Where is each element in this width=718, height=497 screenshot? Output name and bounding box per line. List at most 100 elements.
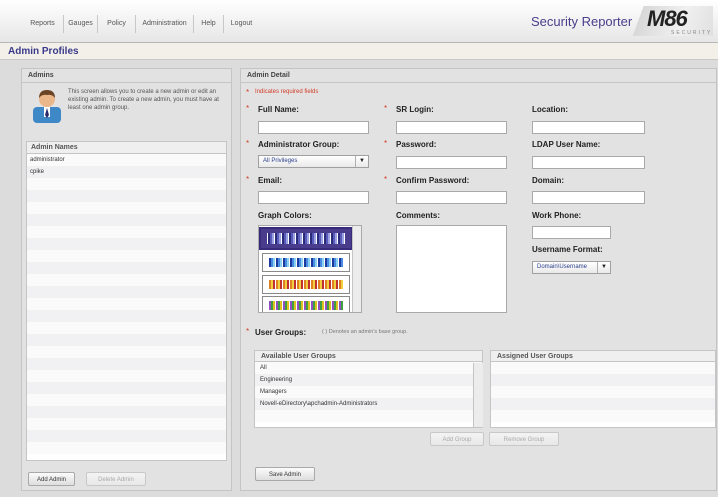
nav-tab-help[interactable]: Help <box>193 15 223 33</box>
graph-colors-picker[interactable] <box>258 225 362 313</box>
chevron-down-icon: ▼ <box>597 262 610 273</box>
table-row[interactable] <box>27 418 226 430</box>
username-format-label: Username Format: <box>532 245 603 254</box>
graph-colors-label: Graph Colors: <box>258 211 312 220</box>
add-group-button[interactable]: Add Group <box>430 432 484 446</box>
required-asterisk: * <box>384 104 388 113</box>
table-row[interactable] <box>27 250 226 262</box>
chevron-down-icon: ▼ <box>355 156 368 167</box>
location-field[interactable] <box>532 121 645 134</box>
work-phone-label: Work Phone: <box>532 211 582 220</box>
list-item[interactable]: All <box>255 362 482 374</box>
table-row[interactable] <box>27 238 226 250</box>
table-row[interactable] <box>27 442 226 454</box>
assigned-user-groups-header: Assigned User Groups <box>490 350 716 362</box>
table-row[interactable] <box>27 334 226 346</box>
table-row[interactable] <box>27 214 226 226</box>
list-item[interactable] <box>255 410 482 422</box>
full-name-field[interactable] <box>258 121 369 134</box>
confirm-password-field[interactable] <box>396 191 507 204</box>
table-row[interactable]: administrator <box>27 154 226 166</box>
assigned-user-groups-list <box>490 362 716 428</box>
graph-color-swatch[interactable] <box>262 253 350 272</box>
graph-color-swatch[interactable] <box>262 296 350 312</box>
list-item[interactable] <box>491 362 715 374</box>
remove-group-button[interactable]: Remove Group <box>489 432 559 446</box>
graph-color-swatch[interactable] <box>259 227 353 250</box>
page-title: Admin Profiles <box>0 43 718 60</box>
required-asterisk: * <box>246 139 250 148</box>
table-row[interactable] <box>27 178 226 190</box>
table-row[interactable] <box>27 298 226 310</box>
nav-tab-logout[interactable]: Logout <box>223 15 259 33</box>
list-item[interactable] <box>491 374 715 386</box>
administrator-group-select[interactable]: All Privileges ▼ <box>258 155 369 168</box>
graph-colors-scrollbar[interactable] <box>352 226 361 312</box>
nav-tab-administration[interactable]: Administration <box>135 15 193 33</box>
location-label: Location: <box>532 105 568 114</box>
admins-intro-text: This screen allows you to create a new a… <box>68 89 219 111</box>
nav-tab-gauges[interactable]: Gauges <box>63 15 97 33</box>
delete-admin-button[interactable]: Delete Admin <box>86 472 146 486</box>
list-item[interactable] <box>491 386 715 398</box>
available-user-groups-list: All Engineering Managers Novell-eDirectory\… <box>254 362 483 428</box>
table-row[interactable] <box>27 406 226 418</box>
password-field[interactable] <box>396 156 507 169</box>
comments-label: Comments: <box>396 211 441 220</box>
nav-tab-reports[interactable]: Reports <box>22 15 63 33</box>
table-row[interactable] <box>27 274 226 286</box>
top-navigation-bar: Reports Gauges Policy Administration Help Log… <box>0 0 718 43</box>
required-asterisk: * <box>246 327 250 336</box>
admin-detail-heading: Admin Detail <box>241 69 716 83</box>
list-item[interactable] <box>491 410 715 422</box>
table-row[interactable] <box>27 226 226 238</box>
username-format-select[interactable]: Domain\Username ▼ <box>532 261 611 274</box>
full-name-label: Full Name: <box>258 105 299 114</box>
password-label: Password: <box>396 140 437 149</box>
table-row[interactable]: cpike <box>27 166 226 178</box>
required-asterisk: * <box>246 88 250 97</box>
required-asterisk: * <box>246 175 250 184</box>
table-row[interactable] <box>27 286 226 298</box>
list-item[interactable]: Engineering <box>255 374 482 386</box>
admin-user-icon <box>33 90 61 123</box>
logo-subtitle: SECURITY <box>671 30 713 36</box>
table-row[interactable] <box>27 322 226 334</box>
list-item[interactable]: Novell-eDirectory\apchadmin-Administrato… <box>255 398 482 410</box>
comments-textarea[interactable] <box>396 225 507 313</box>
table-row[interactable] <box>27 262 226 274</box>
required-asterisk: * <box>384 139 388 148</box>
table-row[interactable] <box>27 202 226 214</box>
product-name: Security Reporter <box>531 14 633 29</box>
email-field[interactable] <box>258 191 369 204</box>
administrator-group-value: All Privileges <box>263 158 298 164</box>
available-user-groups-header: Available User Groups <box>254 350 483 362</box>
add-admin-button[interactable]: Add Admin <box>28 472 75 486</box>
nav-tab-policy[interactable]: Policy <box>97 15 135 33</box>
admin-detail-panel: Admin Detail * Indicates required fields… <box>240 68 717 491</box>
sr-login-field[interactable] <box>396 121 507 134</box>
table-row[interactable] <box>27 346 226 358</box>
table-row[interactable] <box>27 430 226 442</box>
required-asterisk: * <box>246 104 250 113</box>
table-row[interactable] <box>27 382 226 394</box>
user-groups-label: User Groups: <box>255 328 307 337</box>
required-asterisk: * <box>384 175 388 184</box>
work-phone-field[interactable] <box>532 226 611 239</box>
admin-names-header: Admin Names <box>26 141 227 153</box>
table-row[interactable] <box>27 310 226 322</box>
available-groups-scrollbar[interactable] <box>473 363 483 427</box>
graph-color-swatch[interactable] <box>262 275 350 294</box>
domain-field[interactable] <box>532 191 645 204</box>
confirm-password-label: Confirm Password: <box>396 176 470 185</box>
domain-label: Domain: <box>532 176 564 185</box>
save-admin-button[interactable]: Save Admin <box>255 467 315 481</box>
table-row[interactable] <box>27 190 226 202</box>
table-row[interactable] <box>27 370 226 382</box>
list-item[interactable] <box>491 398 715 410</box>
email-label: Email: <box>258 176 283 185</box>
table-row[interactable] <box>27 394 226 406</box>
table-row[interactable] <box>27 358 226 370</box>
list-item[interactable]: Managers <box>255 386 482 398</box>
ldap-user-name-field[interactable] <box>532 156 645 169</box>
